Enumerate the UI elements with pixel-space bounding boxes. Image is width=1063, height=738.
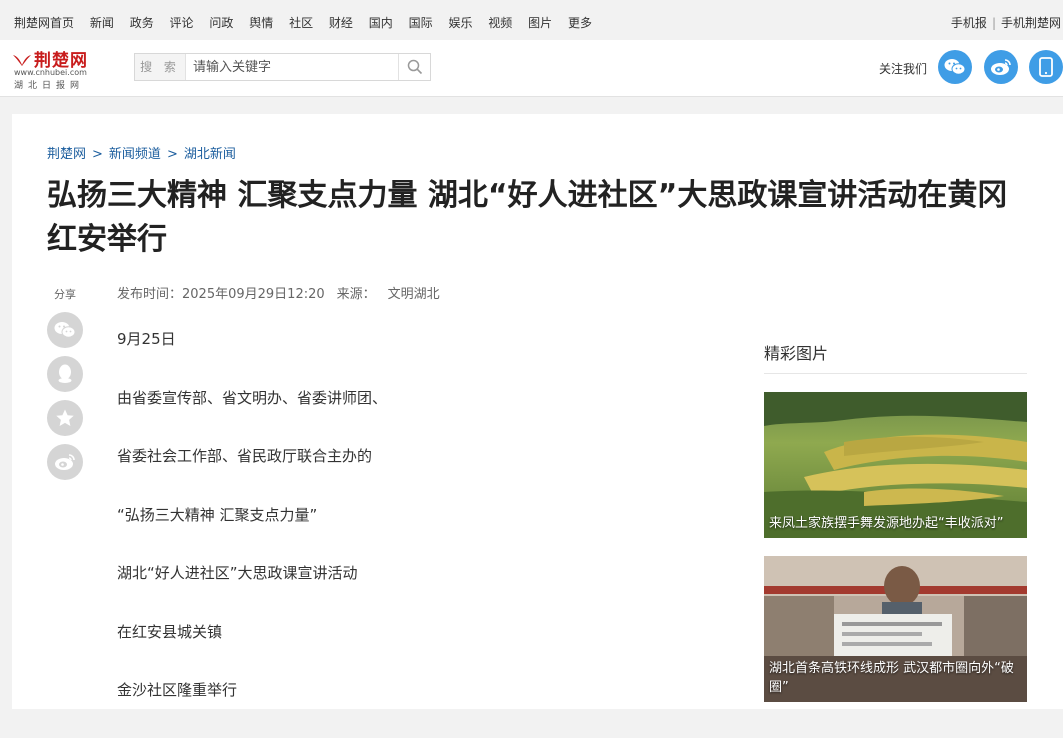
follow-us-label: 关注我们 bbox=[879, 62, 928, 76]
publish-time-label: 发布时间： bbox=[117, 287, 183, 302]
share-wechat-button[interactable] bbox=[47, 312, 83, 348]
picture-caption: 湖北首条高铁环线成形 武汉都市圈向外“破圈” bbox=[769, 661, 1014, 695]
search-input[interactable] bbox=[186, 54, 398, 80]
search-box: 搜 索 bbox=[134, 53, 431, 81]
breadcrumb-item-news-channel[interactable]: 新闻频道 bbox=[109, 147, 161, 162]
wechat-icon bbox=[944, 59, 966, 75]
source-label: 来源： bbox=[336, 287, 376, 302]
breadcrumb: 荆楚网 > 新闻频道 > 湖北新闻 bbox=[47, 143, 236, 162]
mobile-phone-icon bbox=[1039, 57, 1053, 77]
breadcrumb-item-hubei-news[interactable]: 湖北新闻 bbox=[184, 147, 236, 162]
article-title: 弘扬三大精神 汇聚支点力量 湖北“好人进社区”大思政课宣讲活动在黄冈红安举行 bbox=[47, 178, 1008, 257]
breadcrumb-separator: > bbox=[92, 147, 103, 162]
nav-link-video[interactable]: 视频 bbox=[488, 16, 512, 30]
search-icon bbox=[407, 59, 422, 75]
source-name[interactable]: 文明湖北 bbox=[388, 287, 440, 302]
nav-link-news[interactable]: 新闻 bbox=[90, 16, 114, 30]
nav-link-international[interactable]: 国际 bbox=[409, 16, 433, 30]
sidebar-title: 精彩图片 bbox=[764, 344, 829, 363]
nav-link-community[interactable]: 社区 bbox=[289, 16, 313, 30]
featured-picture-2[interactable]: 湖北首条高铁环线成形 武汉都市圈向外“破圈” bbox=[764, 556, 1027, 702]
weibo-icon bbox=[55, 454, 75, 470]
nav-link-government[interactable]: 政务 bbox=[130, 16, 154, 30]
share-label: 分享 bbox=[54, 288, 76, 301]
nav-link-public-opinion[interactable]: 舆情 bbox=[249, 16, 273, 30]
wechat-follow-button[interactable] bbox=[938, 50, 972, 84]
article-container: 荆楚网 > 新闻频道 > 湖北新闻 弘扬三大精神 汇聚支点力量 湖北“好人进社区”大思政… bbox=[12, 114, 1063, 709]
featured-picture-1[interactable]: 来凤土家族摆手舞发源地办起“丰收派对” bbox=[764, 392, 1027, 538]
share-qq-button[interactable] bbox=[47, 356, 83, 392]
picture-caption: 来凤土家族摆手舞发源地办起“丰收派对” bbox=[769, 516, 1004, 531]
paragraph: 9月25日 bbox=[117, 330, 176, 348]
top-nav-links: 荆楚网首页 新闻 政务 评论 问政 舆情 社区 财经 国内 国际 娱乐 视频 图… bbox=[14, 14, 604, 31]
nav-link-pictures[interactable]: 图片 bbox=[528, 16, 552, 30]
nav-link-commentary[interactable]: 评论 bbox=[170, 16, 194, 30]
top-nav-right-links: 手机报 | 手机荆楚网 bbox=[951, 14, 1061, 31]
nav-separator: | bbox=[991, 16, 996, 30]
paragraph: 金沙社区隆重举行 bbox=[117, 681, 238, 699]
search-label: 搜 索 bbox=[135, 54, 186, 80]
breadcrumb-item-home[interactable]: 荆楚网 bbox=[47, 147, 86, 162]
logo-url: www.cnhubei.com bbox=[14, 68, 87, 77]
site-header: 荆楚网 www.cnhubei.com 湖北日报网 搜 索 关注我们 bbox=[0, 40, 1063, 97]
article-meta: 发布时间：2025年09月29日12:20 来源： 文明湖北 bbox=[117, 283, 440, 302]
logo-subtitle: 湖北日报网 bbox=[14, 81, 85, 91]
nav-link-domestic[interactable]: 国内 bbox=[369, 16, 393, 30]
paragraph: 湖北“好人进社区”大思政课宣讲活动 bbox=[117, 564, 358, 582]
weibo-icon bbox=[991, 59, 1011, 75]
share-weibo-button[interactable] bbox=[47, 444, 83, 480]
top-navigation-bar: 荆楚网首页 新闻 政务 评论 问政 舆情 社区 财经 国内 国际 娱乐 视频 图… bbox=[0, 0, 1063, 40]
paragraph: “弘扬三大精神 汇聚支点力量” bbox=[117, 505, 318, 524]
mobile-app-button[interactable] bbox=[1029, 50, 1063, 84]
weibo-follow-button[interactable] bbox=[984, 50, 1018, 84]
mobile-site-link[interactable]: 手机荆楚网 bbox=[1001, 16, 1061, 30]
publish-time: 2025年09月29日12:20 bbox=[182, 287, 325, 302]
qq-icon bbox=[58, 364, 72, 383]
nav-link-finance[interactable]: 财经 bbox=[329, 16, 353, 30]
nav-link-more[interactable]: 更多 bbox=[568, 16, 592, 30]
paragraph: 省委社会工作部、省民政厅联合主办的 bbox=[117, 447, 373, 465]
paragraph: 在红安县城关镇 bbox=[117, 622, 223, 641]
nav-link-inquiry[interactable]: 问政 bbox=[209, 16, 233, 30]
favorite-star-icon bbox=[56, 409, 74, 426]
paragraph: 由省委宣传部、省文明办、省委讲师团、 bbox=[117, 388, 388, 407]
site-logo[interactable]: 荆楚网 www.cnhubei.com 湖北日报网 bbox=[12, 46, 102, 91]
logo-bird-icon bbox=[13, 55, 31, 66]
wechat-icon bbox=[54, 322, 76, 338]
sidebar-divider bbox=[764, 373, 1027, 374]
breadcrumb-separator: > bbox=[166, 147, 178, 162]
mobile-paper-link[interactable]: 手机报 bbox=[951, 16, 987, 30]
share-favorite-button[interactable] bbox=[47, 400, 83, 436]
article-body: 9月25日 由省委宣传部、省文明办、省委讲师团、 省委社会工作部、省民政厅联合主… bbox=[117, 328, 717, 738]
search-button[interactable] bbox=[398, 54, 430, 80]
nav-link-entertainment[interactable]: 娱乐 bbox=[448, 16, 472, 30]
nav-link-home[interactable]: 荆楚网首页 bbox=[14, 16, 74, 30]
